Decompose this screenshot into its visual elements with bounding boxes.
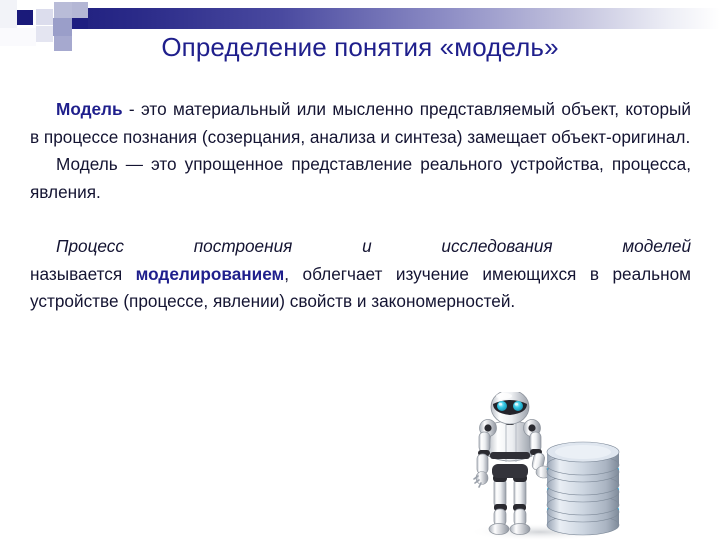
robot-left-hand: [473, 471, 489, 488]
body-content: Модель - это материальный или мысленно п…: [30, 96, 691, 316]
page-title: Определение понятия «модель»: [161, 32, 559, 62]
database-stack-icon: [546, 441, 620, 536]
deco-square-top-mid: [54, 2, 72, 18]
paragraph-definition-2: Модель — это упрощенное представление ре…: [30, 151, 691, 206]
robot-with-database-image: [448, 392, 633, 540]
header-gradient-bar: [56, 8, 720, 29]
deco-square-navy-solid: [17, 10, 33, 25]
robot-figure: [473, 392, 556, 535]
term-modeling-bold: моделированием: [135, 263, 285, 284]
deco-square-upper-left: [36, 9, 53, 25]
robot-head: [490, 392, 530, 425]
paragraph-1-text: - это материальный или мысленно представ…: [30, 99, 691, 147]
robot-eye-right: [513, 401, 523, 411]
paragraph-definition-1: Модель - это материальный или мысленно п…: [30, 96, 691, 151]
paragraph-modeling: Процесс построения и исследования моделе…: [30, 233, 691, 316]
deco-square-navy-right: [72, 18, 88, 29]
phrase-modeling-italic: Процесс построения и исследования моделе…: [56, 236, 691, 256]
paragraph-2-text: Модель — это упрощенное представление ре…: [30, 154, 691, 202]
paragraph-3-mid: называется: [30, 263, 136, 284]
term-model-bold: Модель: [56, 99, 123, 119]
slide: Определение понятия «модель» Модель - эт…: [0, 0, 720, 540]
robot-eye-left: [497, 401, 507, 411]
deco-square-top-right: [72, 2, 88, 18]
